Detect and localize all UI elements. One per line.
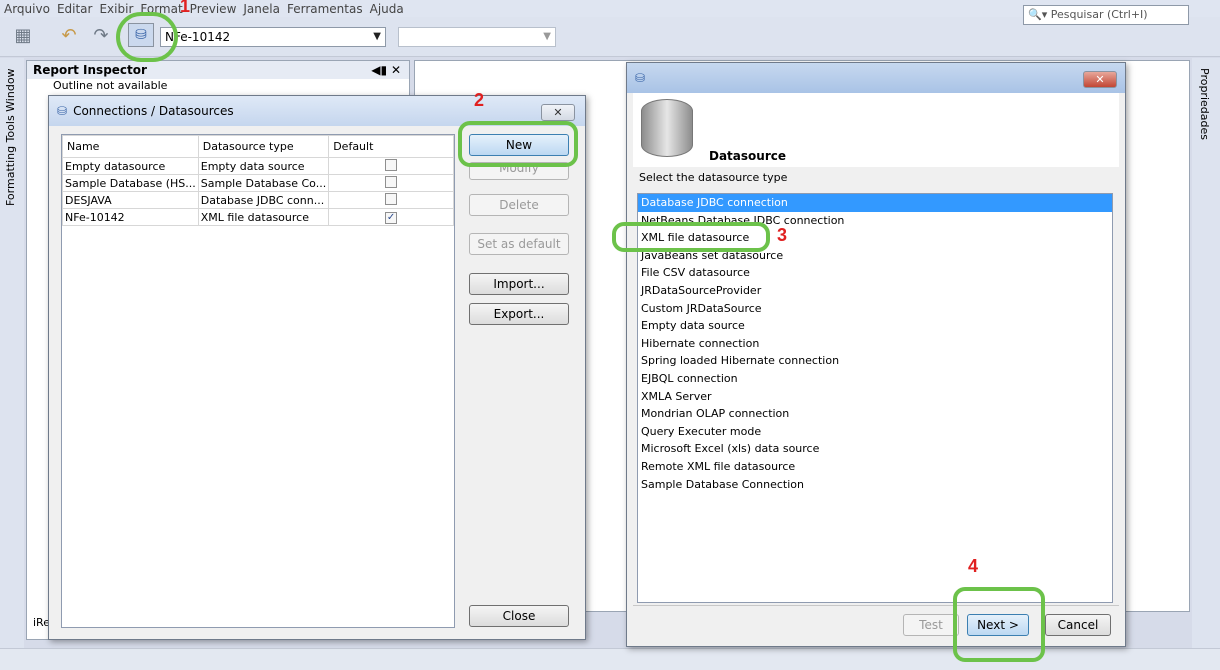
datasource-combo[interactable]: NFe-10142 ▼ [160, 27, 386, 47]
highlight-ring-2 [458, 121, 578, 167]
default-checkbox[interactable]: ✓ [385, 212, 398, 224]
right-side-strip: Propriedades [1192, 58, 1220, 648]
list-item[interactable]: JRDataSourceProvider [638, 282, 1112, 300]
default-checkbox[interactable] [385, 192, 398, 205]
list-item[interactable]: EJBQL connection [638, 370, 1112, 388]
highlight-ring-3 [612, 222, 770, 252]
database-icon [641, 99, 693, 157]
app-icon: ⛁ [635, 71, 646, 85]
menu-janela[interactable]: Janela [243, 2, 280, 16]
default-checkbox[interactable] [385, 158, 398, 171]
minimize-close-icon[interactable]: ◀▮ ✕ [371, 61, 401, 79]
table-row[interactable]: NFe-10142 XML file datasource ✓ [62, 208, 454, 226]
chevron-down-icon: ▼ [373, 31, 381, 42]
row-name: NFe-10142 [62, 208, 199, 226]
table-row[interactable]: DESJAVA Database JDBC conn... [62, 191, 454, 209]
secondary-combo[interactable]: ▼ [398, 27, 556, 47]
annotation-4: 4 [968, 556, 979, 576]
col-type[interactable]: Datasource type [197, 135, 330, 158]
list-item[interactable]: Query Executer mode [638, 423, 1112, 441]
close-button[interactable]: Close [469, 605, 569, 627]
datasource-title-bar: ⛁ [627, 63, 1125, 93]
delete-button[interactable]: Delete [469, 194, 569, 216]
row-name: Sample Database (HS... [62, 174, 199, 192]
row-name: DESJAVA [62, 191, 199, 209]
list-item[interactable]: Hibernate connection [638, 335, 1112, 353]
connections-dialog: ⛁ Connections / Datasources ✕ Name Datas… [48, 95, 586, 640]
connections-title: Connections / Datasources [73, 104, 234, 118]
list-item[interactable]: Microsoft Excel (xls) data source [638, 440, 1112, 458]
import-button[interactable]: Import... [469, 273, 569, 295]
col-name[interactable]: Name [62, 135, 199, 158]
properties-tab[interactable]: Propriedades [1198, 68, 1211, 168]
wizard-prompt: Select the datasource type [639, 171, 788, 184]
annotation-1: 1 [180, 0, 191, 16]
list-item[interactable]: Spring loaded Hibernate connection [638, 352, 1112, 370]
list-item[interactable]: Sample Database Connection [638, 476, 1112, 494]
list-item[interactable]: Remote XML file datasource [638, 458, 1112, 476]
list-item[interactable]: Mondrian OLAP connection [638, 405, 1112, 423]
menu-exibir[interactable]: Exibir [99, 2, 133, 16]
row-type: Database JDBC conn... [197, 191, 330, 209]
left-side-strip: Formatting Tools Window [0, 58, 24, 648]
annotation-2: 2 [474, 90, 485, 110]
search-placeholder: Pesquisar (Ctrl+I) [1050, 8, 1148, 21]
list-item[interactable]: Custom JRDataSource [638, 300, 1112, 318]
connections-table-area: Name Datasource type Default Empty datas… [61, 134, 455, 628]
wizard-header: Datasource [633, 93, 1119, 167]
search-icon: 🔍▾ [1028, 8, 1048, 21]
app-icon: ⛁ [57, 104, 68, 118]
save-icon[interactable]: ▦ [10, 23, 36, 47]
wizard-heading: Datasource [709, 149, 786, 163]
export-button[interactable]: Export... [469, 303, 569, 325]
menu-preview[interactable]: Preview [190, 2, 237, 16]
redo-icon[interactable]: ↷ [88, 23, 114, 47]
cancel-button[interactable]: Cancel [1045, 614, 1111, 636]
test-button[interactable]: Test [903, 614, 959, 636]
default-checkbox[interactable] [385, 175, 398, 188]
table-row[interactable]: Empty datasource Empty data source [62, 157, 454, 175]
annotation-3: 3 [777, 225, 788, 245]
list-item[interactable]: XMLA Server [638, 388, 1112, 406]
inspector-title-text: Report Inspector [33, 63, 147, 77]
menu-arquivo[interactable]: Arquivo [4, 2, 50, 16]
datasource-type-list: Database JDBC connection NetBeans Databa… [637, 193, 1113, 603]
outline-message: Outline not available [53, 79, 168, 89]
menu-ferramentas[interactable]: Ferramentas [287, 2, 363, 16]
search-input[interactable]: 🔍▾ Pesquisar (Ctrl+I) [1023, 5, 1189, 25]
datasource-dialog: ⛁ ✕ Datasource Select the datasource typ… [626, 62, 1126, 647]
highlight-ring-1 [116, 12, 178, 62]
chevron-down-icon: ▼ [543, 31, 551, 42]
close-icon[interactable]: ✕ [1083, 71, 1117, 88]
undo-icon[interactable]: ↶ [56, 23, 82, 47]
menu-editar[interactable]: Editar [57, 2, 93, 16]
menu-ajuda[interactable]: Ajuda [370, 2, 404, 16]
divider [633, 605, 1119, 606]
list-item[interactable]: Database JDBC connection [638, 194, 1112, 212]
row-type: Empty data source [197, 157, 330, 175]
formatting-tools-tab[interactable]: Formatting Tools Window [4, 66, 17, 206]
close-icon[interactable]: ✕ [541, 104, 575, 121]
connections-table: Name Datasource type Default Empty datas… [62, 135, 454, 226]
row-type: Sample Database Co... [197, 174, 330, 192]
list-item[interactable]: Empty data source [638, 317, 1112, 335]
highlight-ring-4 [953, 587, 1045, 662]
table-row[interactable]: Sample Database (HS... Sample Database C… [62, 174, 454, 192]
row-type: XML file datasource [197, 208, 330, 226]
set-default-button[interactable]: Set as default [469, 233, 569, 255]
col-default[interactable]: Default [328, 135, 454, 158]
inspector-title: Report Inspector ◀▮ ✕ [27, 61, 409, 79]
list-item[interactable]: File CSV datasource [638, 264, 1112, 282]
row-name: Empty datasource [62, 157, 199, 175]
